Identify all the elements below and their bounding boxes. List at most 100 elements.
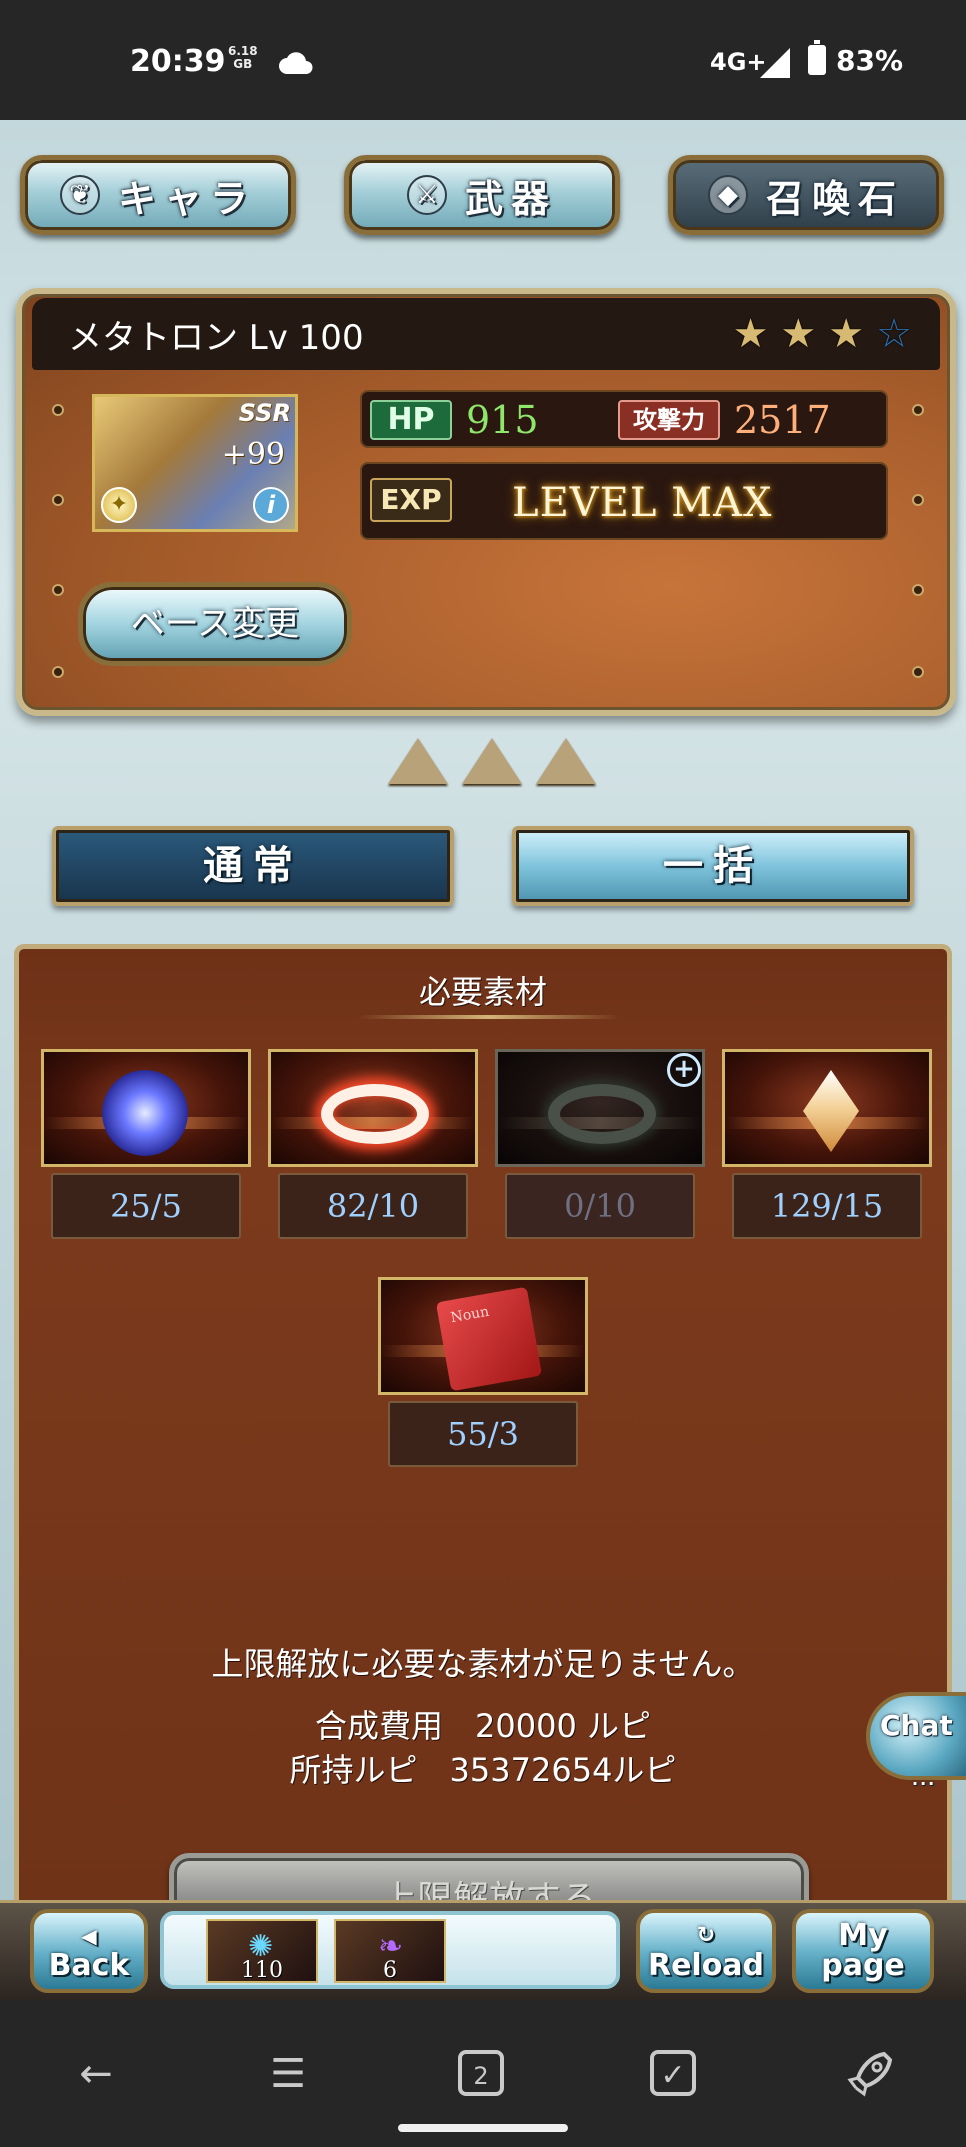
browser-nav-bar: ← ☰ 2 ✓ [0,2000,966,2147]
mypage-button[interactable]: My page [792,1909,934,1993]
lightning-orb-icon [102,1070,188,1156]
stat-bar: HP 915 攻撃力 2517 [360,390,888,448]
light-element-icon: ✦ [101,487,137,523]
material-item[interactable]: 129/15 [722,1049,932,1239]
materials-panel: 必要素材 25/5 82/10 + 0/10 129/15 Noun 55/3 … [14,944,952,2000]
reload-label: Reload [647,1948,765,1983]
character-icon: ❦ [59,175,100,215]
character-header: メタトロン Lv 100 ★ ★ ★ ☆ [32,298,940,370]
uncap-triangle-icon [536,738,596,784]
item-tray: ✺ 110 ❧ 6 [160,1911,620,1989]
green-ring-icon [548,1084,656,1144]
star-filled-icon: ★ [732,311,769,357]
mypage-label-line2: page [821,1948,905,1983]
attack-value: 2517 [734,398,831,442]
info-icon[interactable]: i [253,487,289,523]
materials-title: 必要素材 [418,973,547,1011]
material-image [268,1049,478,1167]
change-base-button[interactable]: ベース変更 [78,582,352,666]
panel-rivet [912,404,924,416]
reload-button[interactable]: ↻ Reload [636,1909,776,1993]
panel-rivet [52,494,64,506]
material-image [722,1049,932,1167]
material-count: 129/15 [732,1173,922,1239]
back-arrow-icon: ◀ [81,1924,97,1948]
attack-label: 攻撃力 [618,400,720,440]
cloud-icon [279,52,313,74]
panel-rivet [52,666,64,678]
owned-rupie: 所持ルピ 35372654ルピ [289,1751,677,1789]
tab-character[interactable]: ❦ キャラ [20,155,296,235]
scroll-icon [435,1286,543,1392]
tray-item[interactable]: ✺ 110 [206,1919,318,1983]
network-type: 4G+ [710,48,767,76]
exp-bar: EXP LEVEL MAX [360,462,888,540]
game-screen: ❦ キャラ ⚔ 武器 ◆ 召喚石 メタトロン Lv 100 ★ ★ ★ ☆ SS… [0,120,966,2000]
tab-weapon[interactable]: ⚔ 武器 [344,155,620,235]
tab-character-label: キャラ [117,176,256,221]
material-count: 25/5 [51,1173,241,1239]
net-speed-unit: GB [233,57,253,71]
status-bar: 20:39 6.18 GB 4G+ 83% [0,0,966,120]
weapon-icon: ⚔ [406,175,447,215]
chat-dots: ... [912,1770,937,1789]
tray-item-count: 6 [383,1958,397,1983]
material-item[interactable]: 82/10 [268,1049,478,1239]
character-panel: メタトロン Lv 100 ★ ★ ★ ☆ SSR +99 ✦ i HP 915 … [16,288,956,716]
zoom-in-icon[interactable]: + [667,1053,701,1087]
red-ring-icon [321,1084,429,1144]
star-filled-icon: ★ [828,311,865,357]
tab-bulk[interactable]: 一括 [512,826,914,906]
network-speed: 6.18 GB [228,45,258,71]
material-image [378,1277,588,1395]
insufficient-materials-message: 上限解放に必要な素材が足りません。 [211,1645,755,1683]
plus-bonus: +99 [221,437,285,472]
uncap-indicators [388,738,596,784]
tab-summon-stone[interactable]: ◆ 召喚石 [668,155,944,235]
star-rating: ★ ★ ★ ☆ [733,314,912,354]
title-divider [359,1015,619,1019]
tab-weapon-label: 武器 [464,176,557,221]
material-count: 82/10 [278,1173,468,1239]
panel-rivet [912,666,924,678]
panel-rivet [52,584,64,596]
checkbox-icon[interactable]: ✓ [650,2050,696,2096]
tray-item-count: 110 [241,1958,283,1983]
reload-icon: ↻ [696,1923,716,1948]
panel-rivet [52,404,64,416]
tray-item[interactable]: ❧ 6 [334,1919,446,1983]
star-empty-icon: ☆ [876,311,912,357]
back-arrow-icon[interactable]: ← [70,2048,122,2100]
panel-rivet [912,584,924,596]
battery-percent: 83% [836,44,904,77]
tab-summon-stone-label: 召喚石 [765,176,904,221]
material-count: 55/3 [388,1401,578,1467]
battery-icon [808,40,826,75]
clock: 20:39 [130,44,226,79]
home-indicator[interactable] [398,2124,568,2132]
uncap-triangle-icon [462,738,522,784]
material-image [41,1049,251,1167]
summon-stone-icon: ◆ [707,175,748,215]
star-filled-icon: ★ [780,311,817,357]
level-max-text: LEVEL MAX [512,480,773,526]
character-name-level: メタトロン Lv 100 [68,317,364,358]
menu-icon[interactable]: ☰ [262,2048,314,2100]
material-item[interactable]: 25/5 [41,1049,251,1239]
exp-label: EXP [370,478,452,522]
chat-button[interactable]: Chat ... [866,1692,966,1789]
chat-label: Chat [880,1709,953,1742]
mypage-label-line1: My [838,1918,888,1953]
back-label: Back [48,1948,130,1983]
tab-normal[interactable]: 通常 [52,826,454,906]
material-item[interactable]: + 0/10 [495,1049,705,1239]
character-thumbnail[interactable]: SSR +99 ✦ i [92,394,298,532]
back-button[interactable]: ◀ Back [30,1909,148,1993]
material-item[interactable]: 55/3 [378,1277,588,1467]
synthesis-cost: 合成費用 20000 ルピ [315,1707,651,1745]
game-footer: ◀ Back ✺ 110 ❧ 6 ↻ Reload My page [0,1900,966,2000]
rarity-badge: SSR [238,399,291,427]
signal-icon [760,48,790,78]
rocket-icon[interactable] [844,2048,896,2100]
tabs-count-icon[interactable]: 2 [458,2050,504,2096]
